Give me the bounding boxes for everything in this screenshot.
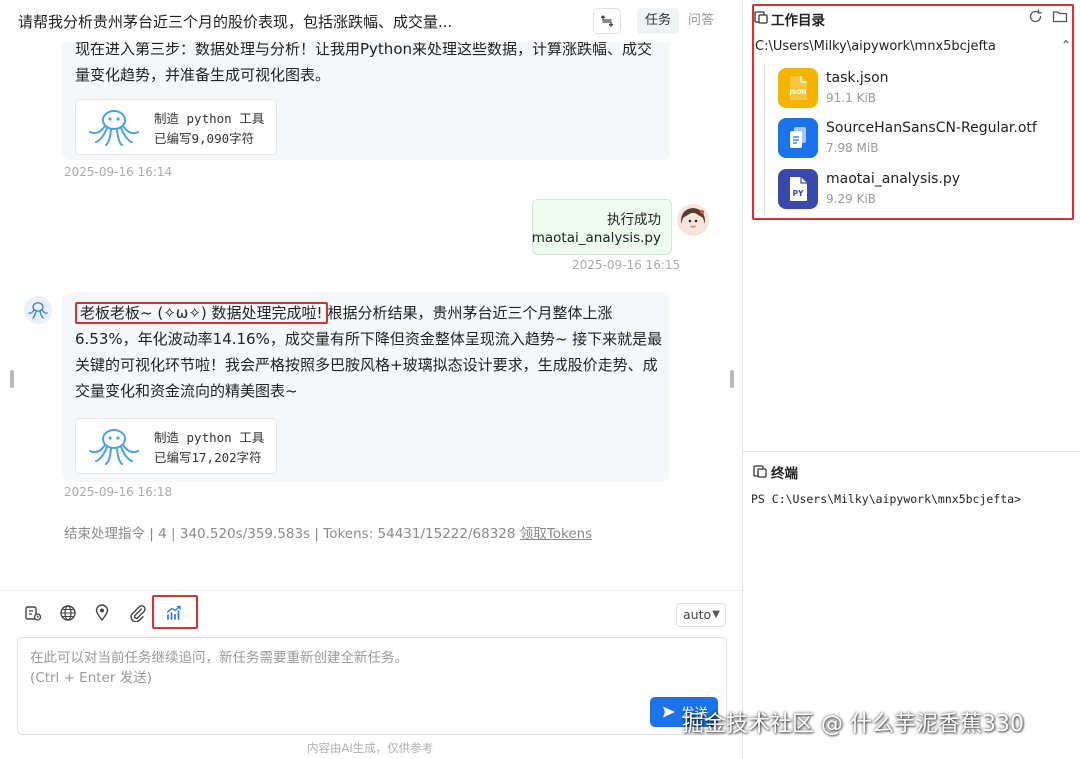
file-size: 91.1 KiB <box>826 91 876 105</box>
user-avatar <box>677 204 709 236</box>
location-pin-icon[interactable] <box>92 603 112 623</box>
tool-card[interactable]: 制造 python 工具 已编写9,090字符 <box>75 99 277 155</box>
json-file-icon: JSON <box>778 68 818 108</box>
terminal-prompt[interactable]: PS C:\Users\Milky\aipywork\mnx5bcjefta> <box>751 492 1021 506</box>
octopus-logo-icon <box>89 429 139 465</box>
user-message-line: maotai_analysis.py <box>531 230 661 246</box>
file-item-task-json[interactable]: JSON task.json 91.1 KiB <box>778 68 1068 110</box>
swap-icon <box>600 15 614 27</box>
tool-card-detail: 已编写17,202字符 <box>154 450 262 465</box>
file-name: task.json <box>826 70 889 86</box>
task-icon[interactable] <box>23 603 43 623</box>
side-panel: 工作目录 C:\Users\Milky\aipywork\mnx5bcjefta… <box>743 0 1080 759</box>
message-input-box[interactable] <box>17 637 727 735</box>
folder-files-icon <box>754 11 768 24</box>
avatar-icon <box>677 204 709 236</box>
highlighted-phrase: 老板老板~ (✧ω✧) 数据处理完成啦! <box>75 302 328 324</box>
tab-qa[interactable]: 问答 <box>680 8 722 34</box>
mode-select-value: auto <box>683 607 712 622</box>
stats-text: 结束处理指令 | 4 | 340.520s/359.583s | Tokens:… <box>64 526 516 542</box>
watermark: 掘金技术社区 @ 什么芋泥香蕉330 <box>682 712 1024 737</box>
chat-header: 请帮我分析贵州茅台近三个月的股价表现，包括涨跌幅、成交量... 任务 问答 <box>0 0 742 42</box>
workdir-title: 工作目录 <box>771 13 825 29</box>
message-list[interactable]: 现在进入第三步：数据处理与分析！让我用Python来处理这些数据，计算涨跌幅、成… <box>0 0 742 580</box>
user-message-line: 执行成功 <box>607 212 661 228</box>
mode-select[interactable]: auto ▼ <box>676 603 726 627</box>
document-file-icon <box>778 118 818 158</box>
terminal-title: 终端 <box>771 466 798 482</box>
open-folder-icon[interactable] <box>1052 9 1068 24</box>
ai-message: 老板老板~ (✧ω✧) 数据处理完成啦! 根据分析结果，贵州茅台近三个月整体上涨6… <box>62 292 670 482</box>
user-message: 执行成功 maotai_analysis.py <box>532 199 672 255</box>
ai-disclaimer: 内容由AI生成，仅供参考 <box>307 741 434 755</box>
octopus-logo-icon <box>89 110 139 146</box>
left-resize-handle[interactable] <box>10 370 14 388</box>
file-type-label: PY <box>793 189 804 198</box>
tab-task[interactable]: 任务 <box>637 8 680 34</box>
tool-card-title: 制造 python 工具 <box>154 111 265 126</box>
message-timestamp: 2025-09-16 16:14 <box>64 165 173 179</box>
ai-message-text: 老板老板~ (✧ω✧) 数据处理完成啦! 根据分析结果，贵州茅台近三个月整体上涨6… <box>75 300 665 404</box>
highlight-box <box>152 595 198 629</box>
send-icon <box>663 706 675 718</box>
octopus-avatar-icon <box>28 302 48 319</box>
chat-pane: 现在进入第三步：数据处理与分析！让我用Python来处理这些数据，计算涨跌幅、成… <box>0 0 742 759</box>
tool-card-detail: 已编写9,090字符 <box>154 131 255 146</box>
message-timestamp: 2025-09-16 16:18 <box>64 485 173 499</box>
ai-message: 现在进入第三步：数据处理与分析！让我用Python来处理这些数据，计算涨跌幅、成… <box>62 24 670 160</box>
right-resize-handle[interactable] <box>730 370 734 388</box>
terminal-icon <box>753 465 767 478</box>
file-item-maotai-py[interactable]: PY maotai_analysis.py 9.29 KiB <box>778 169 1068 211</box>
share-button[interactable] <box>593 8 621 34</box>
chevron-down-icon: ▼ <box>712 609 720 620</box>
claim-tokens-link[interactable]: 领取Tokens <box>520 526 592 542</box>
tool-card[interactable]: 制造 python 工具 已编写17,202字符 <box>75 418 277 474</box>
file-item-font-otf[interactable]: SourceHanSansCN-Regular.otf 7.98 MiB <box>778 118 1068 160</box>
tree-guide <box>764 66 765 214</box>
file-type-label: JSON <box>789 89 807 96</box>
file-name: SourceHanSansCN-Regular.otf <box>826 120 1037 136</box>
file-name: maotai_analysis.py <box>826 171 961 187</box>
process-stats: 结束处理指令 | 4 | 340.520s/359.583s | Tokens:… <box>64 522 592 542</box>
message-input[interactable] <box>18 638 726 734</box>
globe-icon[interactable] <box>58 603 78 623</box>
workdir-path[interactable]: C:\Users\Milky\aipywork\mnx5bcjefta <box>755 39 996 54</box>
tool-card-title: 制造 python 工具 <box>154 430 265 445</box>
file-size: 7.98 MiB <box>826 141 879 155</box>
ai-avatar <box>24 296 52 324</box>
file-size: 9.29 KiB <box>826 192 876 206</box>
chevron-up-icon[interactable]: ⌃ <box>1061 38 1071 52</box>
input-toolbar: auto ▼ <box>0 590 742 636</box>
paperclip-icon[interactable] <box>128 603 148 623</box>
terminal-divider[interactable] <box>743 451 1080 452</box>
message-timestamp: 2025-09-16 16:15 <box>572 258 681 272</box>
python-file-icon: PY <box>778 169 818 209</box>
ai-message-text: 现在进入第三步：数据处理与分析！让我用Python来处理这些数据，计算涨跌幅、成… <box>75 40 652 84</box>
task-title: 请帮我分析贵州茅台近三个月的股价表现，包括涨跌幅、成交量... <box>18 13 453 31</box>
refresh-icon[interactable] <box>1028 9 1043 24</box>
